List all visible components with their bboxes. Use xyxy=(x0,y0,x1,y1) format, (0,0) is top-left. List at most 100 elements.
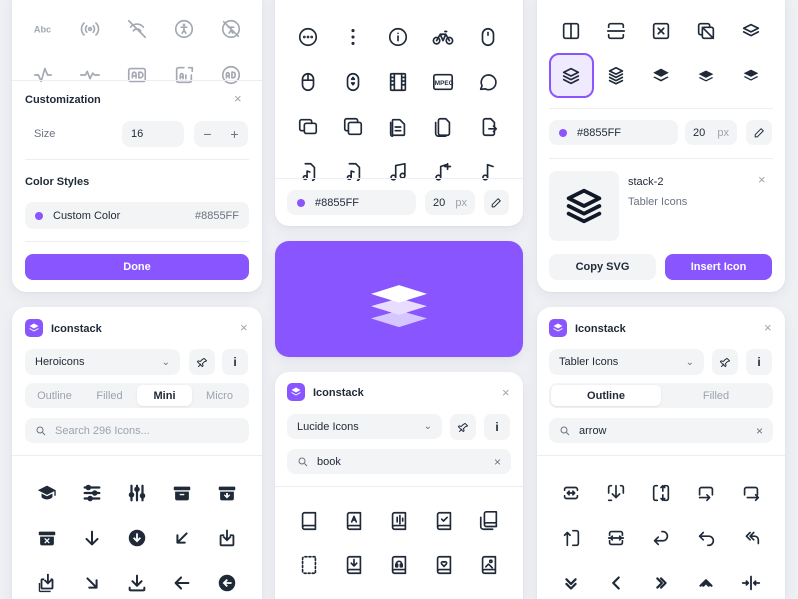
library-select[interactable]: Tabler Icons ⌄ xyxy=(549,349,704,375)
search-input[interactable]: arrow × xyxy=(549,418,773,443)
book-heart-icon[interactable] xyxy=(421,543,466,587)
stack-pop-icon[interactable] xyxy=(728,53,773,98)
archive-box-x-mark-icon[interactable] xyxy=(25,515,70,560)
mouse-2-icon[interactable] xyxy=(286,59,331,104)
activity-icon[interactable] xyxy=(20,52,67,98)
message-circle-icon[interactable] xyxy=(465,59,510,104)
edit-button[interactable] xyxy=(484,190,509,215)
arrow-left-circle-icon[interactable] xyxy=(204,560,249,599)
text-abc-icon[interactable]: Abc xyxy=(20,6,67,52)
dots-circle-icon[interactable] xyxy=(286,14,331,59)
close-icon[interactable]: × xyxy=(758,172,766,187)
copy-svg-button[interactable]: Copy SVG xyxy=(549,254,656,280)
book-check-icon[interactable] xyxy=(421,499,466,543)
academic-cap-icon[interactable] xyxy=(25,470,70,515)
stack-2-icon[interactable] xyxy=(549,53,594,98)
size-input[interactable]: 20 px xyxy=(685,120,737,145)
info-button[interactable]: i xyxy=(746,349,772,375)
book-audio-icon[interactable] xyxy=(377,499,422,543)
book-image-icon[interactable] xyxy=(466,543,511,587)
music-note-icon[interactable] xyxy=(465,149,510,194)
accessible-off-icon[interactable] xyxy=(207,6,254,52)
size-input[interactable]: 16 xyxy=(122,121,184,147)
file-copy-icon[interactable] xyxy=(420,104,465,149)
arrow-down-on-square-icon[interactable] xyxy=(204,515,249,560)
stack-outline-icon[interactable] xyxy=(728,8,773,53)
pin-button[interactable] xyxy=(189,349,215,375)
arrow-bar-up-icon[interactable] xyxy=(549,515,594,560)
library-select[interactable]: Lucide Icons ⌄ xyxy=(287,414,442,439)
chevrons-right-icon[interactable] xyxy=(639,560,684,599)
arrow-autofit-width-icon[interactable] xyxy=(594,515,639,560)
mouse-icon[interactable] xyxy=(465,14,510,59)
arrows-horizontal-icon[interactable] xyxy=(728,560,773,599)
square-x-icon[interactable] xyxy=(639,8,684,53)
file-export-icon[interactable] xyxy=(465,104,510,149)
music-icon[interactable] xyxy=(376,149,421,194)
adjustments-vertical-icon[interactable] xyxy=(115,470,160,515)
close-icon[interactable]: × xyxy=(502,385,510,400)
info-button[interactable]: i xyxy=(222,349,248,375)
wifi-off-icon[interactable] xyxy=(114,6,161,52)
bike-icon[interactable] xyxy=(420,14,465,59)
search-input[interactable]: Search 296 Icons... xyxy=(25,418,249,443)
arrow-down-right-icon[interactable] xyxy=(70,560,115,599)
arrow-back-icon[interactable] xyxy=(639,515,684,560)
tab-filled[interactable]: Filled xyxy=(82,385,137,406)
music-plus-icon[interactable] xyxy=(420,149,465,194)
arrow-bar-right-icon[interactable] xyxy=(728,470,773,515)
arrows-left-double-icon[interactable] xyxy=(728,515,773,560)
arrow-left-icon[interactable] xyxy=(159,560,204,599)
accessible-icon[interactable] xyxy=(160,6,207,52)
info-button[interactable]: i xyxy=(484,414,510,440)
archive-box-icon[interactable] xyxy=(159,470,204,515)
arrow-bar-to-down-icon[interactable] xyxy=(594,470,639,515)
decrement-button[interactable]: − xyxy=(203,126,211,142)
arrow-down-circle-icon[interactable] xyxy=(115,515,160,560)
pin-button[interactable] xyxy=(450,414,476,440)
adjustments-horizontal-icon[interactable] xyxy=(70,470,115,515)
info-circle-icon[interactable] xyxy=(376,14,421,59)
stack-3-icon[interactable] xyxy=(594,53,639,98)
layout-columns-icon[interactable] xyxy=(549,8,594,53)
arrow-autofit-content-icon[interactable] xyxy=(639,470,684,515)
arrow-down-on-square-stack-icon[interactable] xyxy=(25,560,70,599)
ad-2-icon[interactable] xyxy=(160,52,207,98)
pin-button[interactable] xyxy=(712,349,738,375)
chevrons-down-icon[interactable] xyxy=(549,560,594,599)
film-icon[interactable] xyxy=(376,59,421,104)
book-dashed-icon[interactable] xyxy=(287,543,332,587)
copy-icon[interactable] xyxy=(286,104,331,149)
arrow-down-icon[interactable] xyxy=(70,515,115,560)
stack-push-icon[interactable] xyxy=(683,53,728,98)
done-button[interactable]: Done xyxy=(25,254,249,280)
heartbeat-icon[interactable] xyxy=(67,52,114,98)
ad-icon[interactable] xyxy=(114,52,161,98)
box-multiple-icon[interactable] xyxy=(683,8,728,53)
clear-search-icon[interactable]: × xyxy=(494,455,501,469)
book-headphones-icon[interactable] xyxy=(377,543,422,587)
file-music-2-icon[interactable] xyxy=(331,149,376,194)
archive-box-arrow-down-icon[interactable] xyxy=(204,470,249,515)
arrow-back-up-2-icon[interactable] xyxy=(683,515,728,560)
tab-micro[interactable]: Micro xyxy=(192,385,247,406)
arrow-down-tray-icon[interactable] xyxy=(115,560,160,599)
mpeg-icon[interactable]: MPEG xyxy=(420,59,465,104)
color-field[interactable]: #8855FF xyxy=(549,120,678,145)
close-icon[interactable]: × xyxy=(234,91,242,106)
size-input[interactable]: 20 px xyxy=(425,190,475,215)
color-field[interactable]: #8855FF xyxy=(287,190,416,215)
book-copy-icon[interactable] xyxy=(466,499,511,543)
edit-button[interactable] xyxy=(746,120,772,145)
tab-outline[interactable]: Outline xyxy=(551,385,661,406)
arrow-back-up-icon[interactable] xyxy=(683,470,728,515)
arrow-autofit-height-icon[interactable] xyxy=(549,470,594,515)
layout-rows-icon[interactable] xyxy=(594,8,639,53)
tab-outline[interactable]: Outline xyxy=(27,385,82,406)
book-down-icon[interactable] xyxy=(332,543,377,587)
size-stepper[interactable]: − + xyxy=(194,121,248,147)
book-a-icon[interactable] xyxy=(332,499,377,543)
close-icon[interactable]: × xyxy=(240,320,248,335)
increment-button[interactable]: + xyxy=(230,126,238,142)
stack-filled-icon[interactable] xyxy=(639,53,684,98)
